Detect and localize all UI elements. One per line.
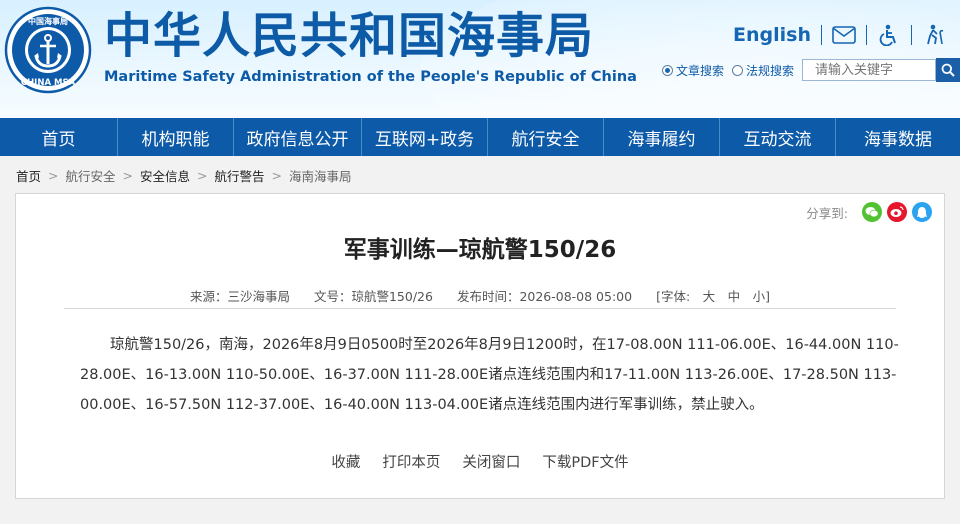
china-msa-logo[interactable]: CHINA MSA 中国海事局 [4,6,92,94]
breadcrumb-separator: > [271,167,282,183]
separator [866,25,867,45]
nav-item-1[interactable]: 机构职能 [118,118,234,156]
nav-item-6[interactable]: 互动交流 [720,118,836,156]
accessibility-icon[interactable] [877,23,901,47]
article-source: 来源：三沙海事局 [189,289,290,304]
radio-dot[interactable] [731,64,743,76]
logo-chars: 中国海事局 [28,16,68,26]
share-label: 分享到: [806,205,848,221]
breadcrumb: 首页 > 航行安全 > 安全信息 > 航行警告 > 海南海事局 [16,166,352,184]
radio-label: 法规搜索 [745,63,794,78]
article-publish-time: 发布时间：2026-08-08 05:00 [456,289,633,304]
article-panel: 分享到: 军事训练—琼航警150/26 来源：三沙海事局 文号：琼航警150/2… [15,193,945,499]
nav-item-0[interactable]: 首页 [0,118,118,156]
site-subtitle: Maritime Safety Administration of the Pe… [104,69,637,85]
logo-text: CHINA MSA [21,78,76,88]
divider [64,308,896,309]
breadcrumb-item[interactable]: 航行安全 [66,166,116,185]
search-button[interactable] [936,58,960,82]
search-bar: 文章搜索 法规搜索 [661,58,960,82]
breadcrumb-separator: > [197,167,208,183]
article-actions: 收藏 打印本页 关闭窗口 下载PDF文件 [16,451,944,472]
main-nav: 首页 机构职能 政府信息公开 互联网+政务 航行安全 海事履约 互动交流 海事数据 [0,118,960,156]
article-title: 军事训练—琼航警150/26 [343,237,617,263]
breadcrumb-item[interactable]: 首页 [16,166,41,185]
mail-icon[interactable] [832,23,856,47]
breadcrumb-item[interactable]: 海南海事局 [289,166,352,185]
nav-item-3[interactable]: 互联网+政务 [362,118,488,156]
qzone-icon[interactable] [912,202,932,222]
article-doc-number: 文号：琼航警150/26 [313,289,433,304]
article-meta: 来源：三沙海事局 文号：琼航警150/26 发布时间：2026-08-08 05… [16,286,944,305]
page-root: CHINA MSA 中国海事局 中华人民共和国海事局 Maritime Safe… [0,0,960,524]
weibo-icon[interactable] [887,202,907,222]
breadcrumb-separator: > [122,167,133,183]
english-link[interactable]: English [733,24,811,46]
site-header: CHINA MSA 中国海事局 中华人民共和国海事局 Maritime Safe… [0,0,960,118]
share-bar: 分享到: [806,202,932,222]
print-button[interactable]: 打印本页 [382,451,440,472]
breadcrumb-separator: > [48,167,59,183]
search-input[interactable] [802,59,936,81]
nav-item-4[interactable]: 航行安全 [488,118,604,156]
search-icon [941,63,955,77]
download-pdf-button[interactable]: 下载PDF文件 [542,451,628,472]
article-body: 琼航警150/26，南海，2026年8月9日0500时至2026年8月9日120… [80,337,899,413]
breadcrumb-item[interactable]: 安全信息 [140,166,190,185]
radio-article-search[interactable]: 文章搜索 [661,62,724,79]
radio-label: 文章搜索 [675,63,724,78]
favorite-button[interactable]: 收藏 [331,451,360,472]
elder-mode-icon[interactable] [922,23,946,47]
breadcrumb-item[interactable]: 航行警告 [215,166,265,185]
font-size-switcher[interactable]: [字体: 大 中 小] [656,289,770,304]
separator [911,25,912,45]
nav-item-7[interactable]: 海事数据 [836,118,960,156]
close-window-button[interactable]: 关闭窗口 [462,451,520,472]
top-links: English [733,20,946,50]
radio-law-search[interactable]: 法规搜索 [731,62,794,79]
site-title: 中华人民共和国海事局 [104,8,595,64]
radio-dot-selected[interactable] [661,64,673,76]
nav-item-2[interactable]: 政府信息公开 [234,118,362,156]
nav-item-5[interactable]: 海事履约 [604,118,720,156]
separator [821,25,822,45]
wechat-icon[interactable] [862,202,882,222]
